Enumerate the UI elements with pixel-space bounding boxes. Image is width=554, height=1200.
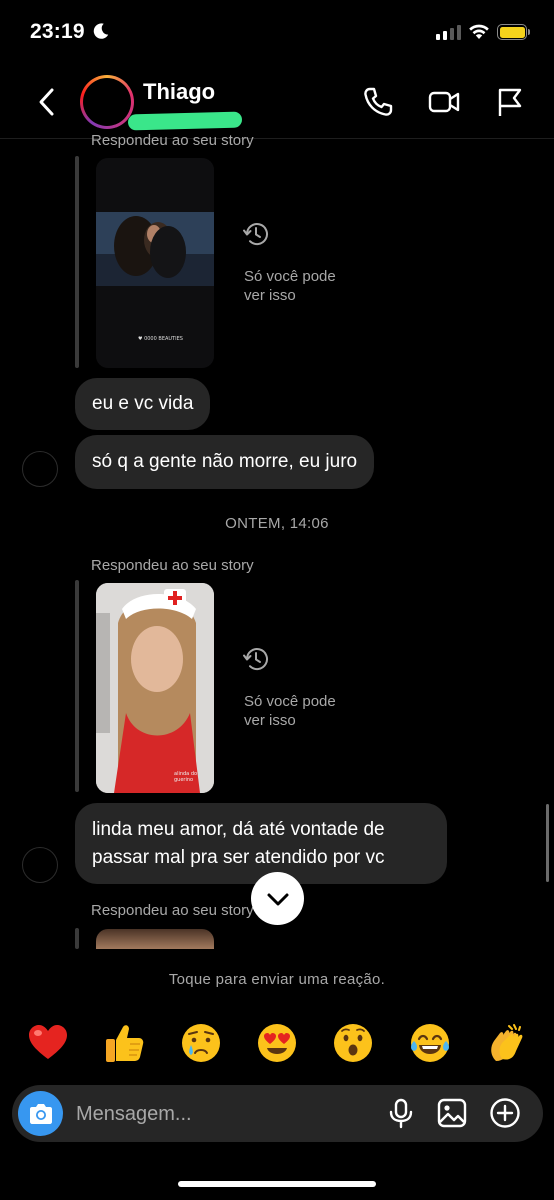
- message-bubble[interactable]: só q a gente não morre, eu juro: [75, 435, 375, 489]
- plus-circle-icon[interactable]: [489, 1097, 521, 1129]
- story-caption-1: ♥ 0000 BEAUTIES: [138, 336, 183, 342]
- contact-name[interactable]: Thiago: [143, 79, 215, 105]
- phone-icon[interactable]: [362, 86, 394, 118]
- story-reply-label: Respondeu ao seu story: [91, 132, 254, 149]
- scroll-down-button[interactable]: [251, 872, 304, 925]
- thumbs-up-icon[interactable]: [101, 1020, 147, 1066]
- message-bubble[interactable]: linda meu amor, dá até vontade de passar…: [75, 803, 447, 884]
- message-bubble[interactable]: eu e vc vida: [75, 378, 211, 430]
- username-redaction: [127, 111, 243, 131]
- battery-icon: [497, 24, 527, 40]
- message-input[interactable]: [76, 1101, 366, 1127]
- tears-of-joy-icon[interactable]: [407, 1020, 453, 1066]
- timestamp: ONTEM, 14:06: [225, 515, 329, 532]
- status-time: 23:19: [30, 20, 85, 43]
- microphone-icon[interactable]: [385, 1097, 417, 1129]
- story-thumbnail[interactable]: ♥ 0000 BEAUTIES: [96, 158, 214, 368]
- heart-eyes-icon[interactable]: [254, 1020, 300, 1066]
- camera-button[interactable]: [18, 1091, 63, 1136]
- only-you-note: Só você pode ver isso: [244, 267, 336, 305]
- crying-face-icon[interactable]: [178, 1020, 224, 1066]
- battery-tip: [528, 29, 530, 35]
- story-reply-label: Respondeu ao seu story: [91, 902, 254, 919]
- only-you-note: Só você pode ver isso: [244, 692, 336, 730]
- reaction-bar: [0, 1020, 554, 1066]
- avatar[interactable]: [83, 78, 131, 126]
- reaction-hint: Toque para enviar uma reação.: [168, 971, 386, 988]
- home-indicator[interactable]: [178, 1181, 376, 1187]
- story-thumbnail[interactable]: [96, 929, 214, 949]
- only-you-line-1: Só você pode: [244, 693, 336, 710]
- gallery-icon[interactable]: [436, 1097, 468, 1129]
- history-icon: [243, 648, 268, 671]
- story-caption-2: alinda do guerino: [174, 771, 198, 783]
- reply-quote-bar: [75, 928, 79, 949]
- scrollbar[interactable]: [546, 804, 549, 882]
- message-line-2: passar mal pra ser atendido por vc: [92, 847, 385, 868]
- message-line-1: linda meu amor, dá até vontade de: [92, 819, 385, 840]
- camera-icon: [29, 1103, 52, 1124]
- sender-avatar[interactable]: [22, 847, 58, 883]
- story-reply-label: Respondeu ao seu story: [91, 557, 254, 574]
- video-camera-icon[interactable]: [428, 86, 460, 118]
- wifi-icon: [469, 24, 489, 39]
- only-you-line-2: ver isso: [244, 287, 296, 304]
- clapping-hands-icon[interactable]: [483, 1020, 529, 1066]
- moon-icon: [93, 23, 109, 39]
- story-thumbnail[interactable]: alinda do guerino: [96, 583, 214, 793]
- surprised-face-icon[interactable]: [330, 1020, 376, 1066]
- sender-avatar[interactable]: [22, 451, 58, 487]
- flag-icon[interactable]: [494, 86, 526, 118]
- red-heart-icon[interactable]: [25, 1020, 71, 1066]
- back-arrow-icon[interactable]: [34, 86, 60, 118]
- header-divider: [0, 138, 554, 139]
- signal-icon: [436, 24, 461, 40]
- reply-quote-bar: [75, 580, 79, 792]
- chevron-down-icon: [267, 893, 288, 905]
- history-icon: [243, 223, 268, 246]
- only-you-line-1: Só você pode: [244, 268, 336, 285]
- only-you-line-2: ver isso: [244, 712, 296, 729]
- reply-quote-bar: [75, 156, 79, 368]
